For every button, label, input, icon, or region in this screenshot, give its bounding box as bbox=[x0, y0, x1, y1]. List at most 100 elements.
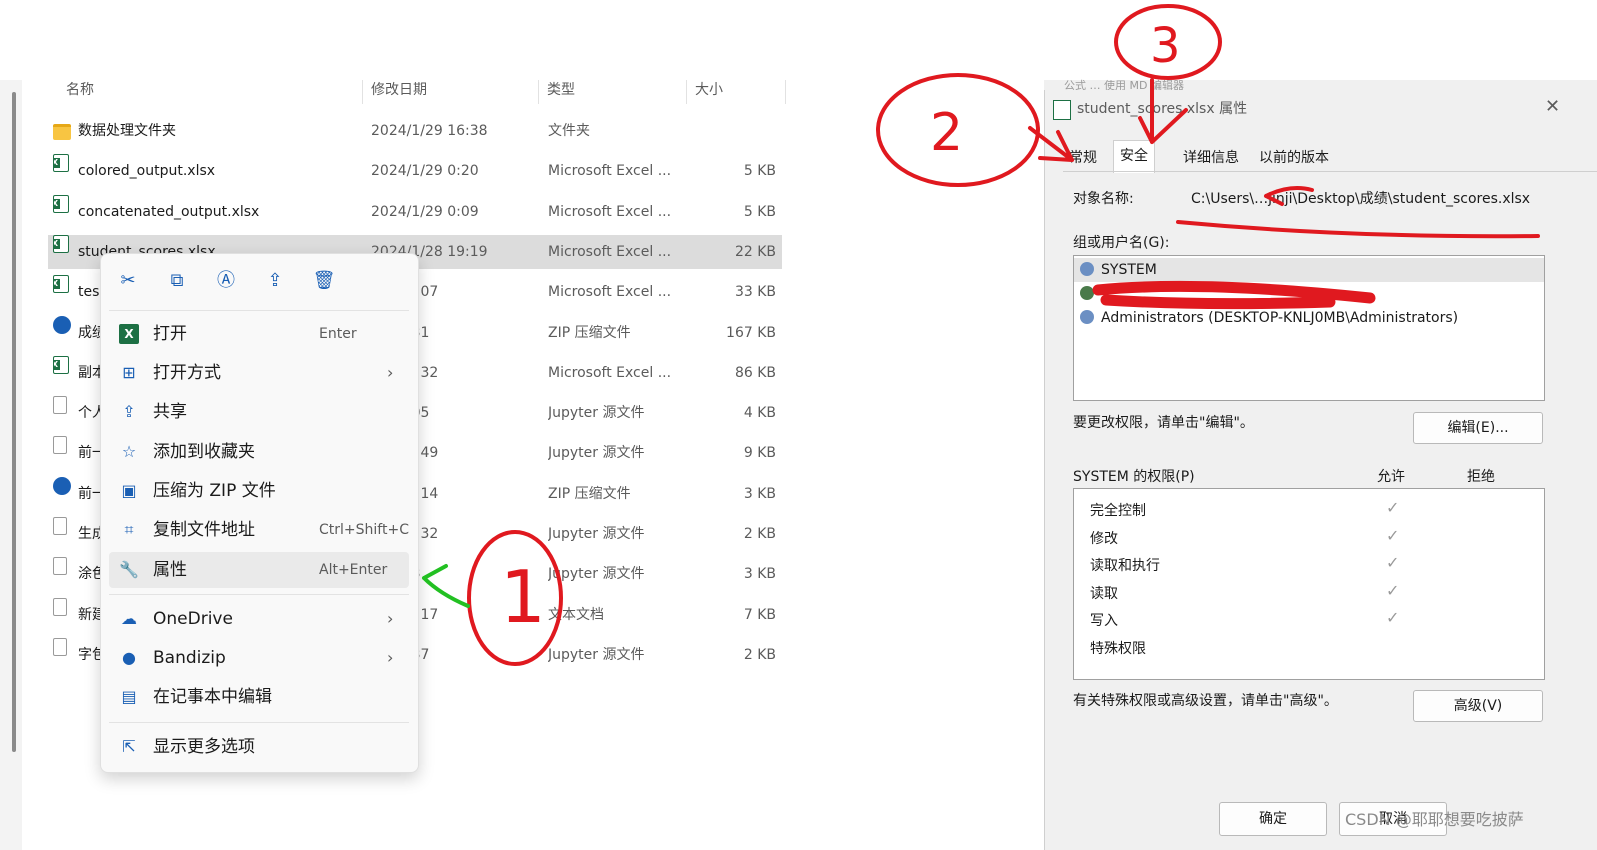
users-listbox[interactable]: SYSTEM Administrators (DESKTOP-KNLJ0MB\A… bbox=[1073, 255, 1545, 401]
file-size: 33 KB bbox=[734, 284, 776, 301]
file-type: Microsoft Excel ... bbox=[548, 243, 672, 260]
menu-item[interactable]: ⌗ 复制文件地址 Ctrl+Shift+C bbox=[109, 512, 409, 548]
tab-details[interactable]: 详细信息 bbox=[1177, 145, 1245, 171]
user-row-administrators[interactable]: Administrators (DESKTOP-KNLJ0MB\Administ… bbox=[1074, 306, 1544, 330]
rename-icon[interactable]: Ⓐ bbox=[213, 268, 239, 294]
permission-name: 读取和执行 bbox=[1090, 558, 1160, 575]
file-row[interactable]: concatenated_output.xlsx 2024/1/29 0:09 Mi… bbox=[48, 194, 782, 229]
file-date: 2024/1/29 16:38 bbox=[371, 123, 488, 139]
menu-item[interactable]: ⇪ 共享 bbox=[109, 394, 409, 430]
menu-item-label: 打开 bbox=[153, 324, 187, 344]
file-type: Jupyter 源文件 bbox=[548, 526, 645, 542]
copy-icon[interactable]: ⧉ bbox=[164, 268, 190, 294]
menu-item-label: 共享 bbox=[153, 402, 187, 422]
menu-item[interactable]: ⇱ 显示更多选项 bbox=[109, 729, 409, 765]
permission-name: 读取 bbox=[1090, 585, 1118, 602]
folder-file-icon bbox=[53, 124, 71, 140]
file-size: 5 KB bbox=[743, 163, 776, 180]
column-header-size[interactable]: 大小 bbox=[695, 80, 723, 108]
menu-item-label: OneDrive bbox=[153, 609, 233, 629]
doc-file-icon bbox=[53, 637, 67, 656]
file-type: Microsoft Excel ... bbox=[548, 203, 672, 220]
file-row[interactable]: colored_output.xlsx 2024/1/29 0:20 Microso… bbox=[48, 154, 782, 188]
users-icon bbox=[1080, 262, 1094, 276]
column-header-date[interactable]: 修改日期 bbox=[371, 80, 427, 108]
permissions-listbox[interactable]: 完全控制 ✓ 修改 ✓ 读取和执行 ✓ 读取 ✓ 写入 ✓ 特殊权限 bbox=[1073, 488, 1545, 680]
tab-security[interactable]: 安全 bbox=[1113, 140, 1155, 173]
file-type: Jupyter 源文件 bbox=[548, 566, 645, 583]
permission-name: 完全控制 bbox=[1090, 503, 1146, 519]
share-icon[interactable]: ⇪ bbox=[262, 268, 288, 294]
file-name: 数据处理文件夹 bbox=[78, 123, 176, 139]
menu-item-shortcut: Alt+Enter bbox=[319, 562, 388, 578]
user-name: Administrators (DESKTOP-KNLJ0MB\Administ… bbox=[1101, 310, 1459, 326]
onedrive-icon: ☁ bbox=[121, 609, 137, 628]
file-type: Microsoft Excel ... bbox=[548, 163, 672, 180]
permissions-header: SYSTEM 的权限(P) bbox=[1073, 469, 1195, 485]
menu-separator bbox=[109, 594, 409, 595]
dialog-title: student_scores.xlsx 属性 bbox=[1077, 101, 1248, 117]
tab-divider bbox=[1063, 171, 1597, 172]
menu-item[interactable]: ▤ 在记事本中编辑 bbox=[109, 679, 409, 715]
column-divider[interactable] bbox=[785, 80, 786, 104]
excel-file-icon bbox=[53, 355, 69, 374]
advanced-button[interactable]: 高级(V) bbox=[1413, 690, 1543, 722]
excel-file-icon bbox=[53, 154, 69, 173]
column-divider[interactable] bbox=[362, 80, 363, 104]
users-icon bbox=[1080, 310, 1094, 324]
context-menu: ✂ ⧉ Ⓐ ⇪ 🗑 X 打开 Enter ⊞ 打开方式 › ⇪ 共享 ☆ 添加到收藏夹 ▣ 压缩为 ZIP 文… bbox=[100, 253, 419, 773]
navigation-pane bbox=[0, 80, 22, 850]
check-icon: ✓ bbox=[1386, 525, 1400, 545]
annotation-number-3: 3 bbox=[1150, 18, 1181, 74]
menu-item-label: Bandizip bbox=[153, 648, 226, 668]
menu-item-label: 属性 bbox=[153, 560, 187, 580]
change-permissions-hint: 要更改权限，请单击"编辑"。 bbox=[1073, 415, 1254, 431]
menu-item[interactable]: ● Bandizip › bbox=[109, 640, 409, 676]
file-size: 2 KB bbox=[743, 526, 776, 542]
chevron-right-icon: › bbox=[387, 363, 394, 382]
column-divider[interactable] bbox=[686, 80, 687, 104]
doc-file-icon bbox=[53, 557, 67, 576]
edit-button[interactable]: 编辑(E)... bbox=[1413, 412, 1543, 444]
menu-item[interactable]: ⊞ 打开方式 › bbox=[109, 355, 409, 391]
menu-item[interactable]: ▣ 压缩为 ZIP 文件 bbox=[109, 473, 409, 509]
file-row[interactable]: 数据处理文件夹 2024/1/29 16:38 文件夹 bbox=[48, 114, 782, 148]
user-row-owner[interactable] bbox=[1074, 282, 1544, 306]
permission-name: 写入 bbox=[1090, 613, 1118, 630]
scissors-icon[interactable]: ✂ bbox=[115, 268, 141, 294]
menu-item-label: 打开方式 bbox=[153, 363, 221, 383]
ok-button[interactable]: 确定 bbox=[1219, 802, 1327, 836]
menu-item-label: 显示更多选项 bbox=[153, 737, 255, 757]
excel-icon: X bbox=[119, 324, 139, 344]
menu-item-label: 添加到收藏夹 bbox=[153, 442, 255, 462]
excel-file-icon bbox=[53, 194, 69, 213]
file-type: Jupyter 源文件 bbox=[548, 646, 645, 663]
menu-item[interactable]: ☁ OneDrive › bbox=[109, 601, 409, 637]
tab-general[interactable]: 常规 bbox=[1063, 145, 1103, 171]
check-icon: ✓ bbox=[1386, 580, 1400, 600]
delete-icon[interactable]: 🗑 bbox=[311, 268, 337, 294]
column-divider[interactable] bbox=[538, 80, 539, 104]
zip-file-icon bbox=[53, 476, 71, 495]
menu-item[interactable]: 🔧 属性 Alt+Enter bbox=[109, 552, 409, 588]
menu-item[interactable]: X 打开 Enter bbox=[109, 316, 409, 352]
object-name-value: C:\Users\…jinji\Desktop\成绩\student_score… bbox=[1191, 191, 1531, 207]
menu-item-label: 在记事本中编辑 bbox=[153, 687, 272, 707]
file-size: 5 KB bbox=[743, 203, 776, 220]
file-size: 4 KB bbox=[743, 405, 776, 422]
column-header-name[interactable]: 名称 bbox=[66, 80, 94, 108]
user-row-system[interactable]: SYSTEM bbox=[1074, 258, 1544, 282]
menu-item[interactable]: ☆ 添加到收藏夹 bbox=[109, 434, 409, 470]
menu-item-label: 复制文件地址 bbox=[153, 520, 255, 540]
object-name-label: 对象名称: bbox=[1073, 191, 1134, 207]
scrollbar[interactable] bbox=[12, 92, 16, 752]
tab-previous-versions[interactable]: 以前的版本 bbox=[1253, 145, 1335, 171]
wrench-icon: 🔧 bbox=[119, 560, 139, 579]
chevron-right-icon: › bbox=[387, 609, 394, 628]
doc-file-icon bbox=[53, 436, 67, 455]
column-header-type[interactable]: 类型 bbox=[547, 80, 575, 108]
zip-file-icon bbox=[53, 315, 71, 334]
close-icon[interactable]: ✕ bbox=[1545, 96, 1560, 117]
user-name: SYSTEM bbox=[1101, 262, 1157, 278]
zip-icon: ▣ bbox=[121, 481, 137, 500]
